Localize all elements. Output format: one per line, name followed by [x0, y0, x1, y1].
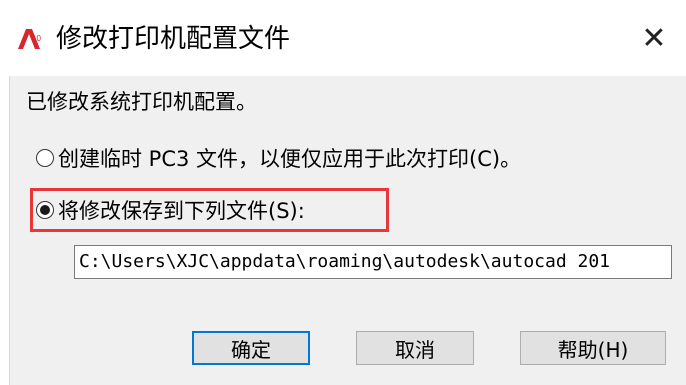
save-to-file-radio-option[interactable]: 将修改保存到下列文件(S):	[36, 194, 305, 226]
cancel-button[interactable]: 取消	[356, 331, 474, 365]
file-path-field[interactable]: C:\Users\XJC\appdata\roaming\autodesk\au…	[74, 245, 672, 279]
dialog-body: 已修改系统打印机配置。 创建临时 PC3 文件，以便仅应用于此次打印(C)。 将…	[9, 76, 686, 385]
save-to-file-label: 将修改保存到下列文件(S):	[58, 199, 305, 223]
help-button[interactable]: 帮助(H)	[520, 331, 666, 365]
radio-unselected-icon[interactable]	[36, 149, 54, 167]
svg-text:10: 10	[32, 34, 41, 43]
ok-button[interactable]: 确定	[192, 331, 310, 365]
description-text: 已修改系统打印机配置。	[26, 90, 257, 114]
close-button[interactable]: ✕	[622, 6, 686, 70]
close-icon: ✕	[641, 20, 667, 56]
autocad-icon: 10	[18, 29, 41, 49]
radio-selected-icon[interactable]	[36, 201, 54, 219]
dialog-title: 修改打印机配置文件	[56, 24, 291, 54]
title-bar: 10 修改打印机配置文件 ✕	[0, 0, 686, 76]
temp-pc3-label: 创建临时 PC3 文件，以便仅应用于此次打印(C)。	[58, 147, 522, 171]
temp-pc3-radio-option[interactable]: 创建临时 PC3 文件，以便仅应用于此次打印(C)。	[36, 142, 521, 174]
